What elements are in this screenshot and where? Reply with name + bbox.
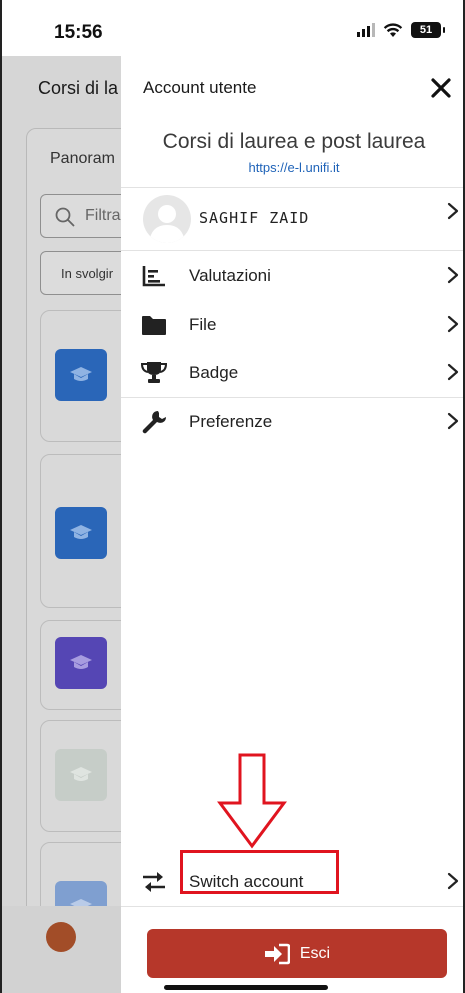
chevron-right-icon — [447, 872, 459, 890]
app-screen: 15:56 51 Corsi di la Panoram Filtra In s… — [0, 0, 465, 993]
user-avatar-icon — [149, 205, 185, 243]
background-title: Corsi di la — [38, 78, 119, 98]
switch-arrows-icon — [143, 872, 165, 892]
wifi-icon — [383, 23, 403, 37]
site-url[interactable]: https://e-l.unifi.it — [121, 160, 463, 175]
site-name: Corsi di laurea e post laurea — [162, 130, 426, 153]
status-icons: 51 — [357, 22, 445, 38]
divider — [121, 906, 463, 907]
chevron-right-icon — [447, 202, 459, 220]
menu-item-preferenze[interactable]: Preferenze — [121, 398, 463, 446]
menu-item-switch-account[interactable]: Switch account — [121, 850, 463, 906]
chevron-right-icon — [447, 266, 459, 284]
search-icon — [55, 207, 75, 227]
divider — [121, 250, 463, 251]
menu-item-badge[interactable]: Badge — [121, 349, 463, 397]
signal-icon — [357, 23, 375, 37]
menu-item-valutazioni[interactable]: Valutazioni — [121, 252, 463, 300]
menu-item-label: Valutazioni — [189, 266, 271, 285]
account-drawer: Account utente Corsi di laurea e post la… — [121, 56, 463, 993]
course-thumbnail — [55, 349, 107, 401]
wrench-icon — [142, 411, 166, 434]
drawer-header: Account utente — [121, 56, 463, 118]
background-select-value: In svolgir — [61, 266, 114, 281]
chevron-right-icon — [447, 363, 459, 381]
avatar — [143, 195, 191, 243]
user-name: SAGHIF ZAID — [199, 209, 310, 227]
status-bar: 15:56 51 — [2, 0, 463, 56]
course-thumbnail — [55, 749, 107, 801]
course-thumbnail — [55, 507, 107, 559]
battery-indicator: 51 — [411, 22, 445, 38]
graduation-cap-icon — [70, 767, 92, 781]
folder-icon — [142, 316, 166, 335]
logout-icon — [264, 943, 290, 964]
graduation-cap-icon — [70, 655, 92, 669]
dashboard-icon — [46, 922, 76, 952]
menu-item-file[interactable]: File — [121, 301, 463, 349]
background-tab: Panoram — [50, 150, 115, 167]
logout-button[interactable]: Esci — [147, 929, 447, 978]
graduation-cap-icon — [70, 525, 92, 539]
close-icon[interactable] — [427, 74, 455, 102]
chevron-right-icon — [447, 412, 459, 430]
drawer-title: Account utente — [143, 78, 257, 97]
trophy-icon — [141, 362, 167, 383]
user-profile-row[interactable]: SAGHIF ZAID — [121, 188, 463, 250]
background-filter-placeholder: Filtra — [85, 207, 121, 224]
grades-icon — [142, 266, 165, 287]
annotation-arrow-icon — [217, 753, 287, 849]
graduation-cap-icon — [70, 367, 92, 381]
home-indicator — [164, 985, 328, 990]
menu-item-label: Badge — [189, 363, 239, 382]
menu-item-label: File — [189, 315, 217, 334]
course-thumbnail — [55, 637, 107, 689]
logout-label: Esci — [299, 944, 331, 962]
chevron-right-icon — [447, 315, 459, 333]
status-time: 15:56 — [54, 22, 103, 43]
menu-item-label: Switch account — [189, 872, 304, 891]
menu-item-label: Preferenze — [189, 412, 273, 431]
